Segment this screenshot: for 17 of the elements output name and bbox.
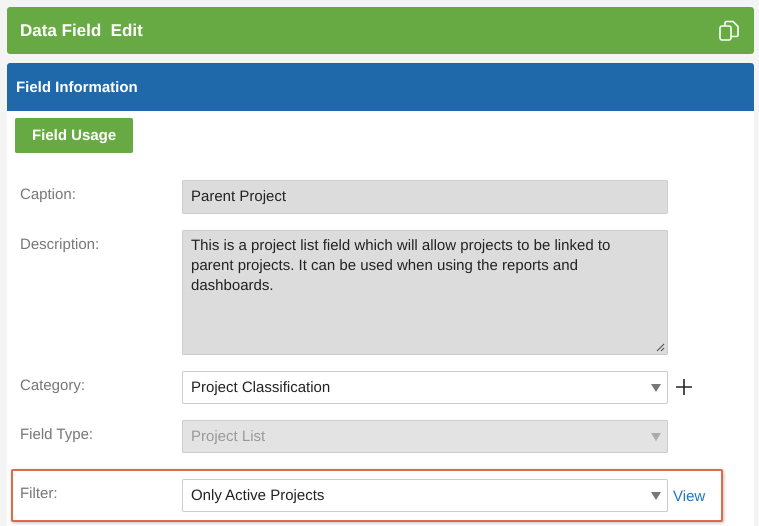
- view-link[interactable]: View: [673, 488, 706, 505]
- copy-icon[interactable]: [718, 20, 740, 42]
- dropdown-caret-icon[interactable]: [651, 492, 661, 500]
- resize-grip-icon[interactable]: [656, 343, 665, 352]
- field-label: Field Type:: [20, 425, 94, 443]
- select-field[interactable]: Project Classification: [182, 371, 668, 404]
- text-area[interactable]: This is a project list field which will allow projects to be linked to parent projects. It can be used when using the reports and dashboards.: [182, 230, 668, 355]
- field-label: Caption:: [20, 185, 77, 203]
- dropdown-caret-icon[interactable]: [651, 384, 661, 392]
- add-icon[interactable]: [676, 379, 692, 395]
- select-field[interactable]: Only Active Projects: [182, 479, 668, 512]
- page-title: Data Field Edit: [20, 20, 143, 40]
- field-label: Description:: [20, 235, 100, 253]
- panel-title: Field Information: [16, 78, 138, 96]
- text-field[interactable]: Parent Project: [182, 180, 668, 214]
- field-label: Category:: [20, 376, 86, 394]
- field-label: Filter:: [20, 484, 58, 502]
